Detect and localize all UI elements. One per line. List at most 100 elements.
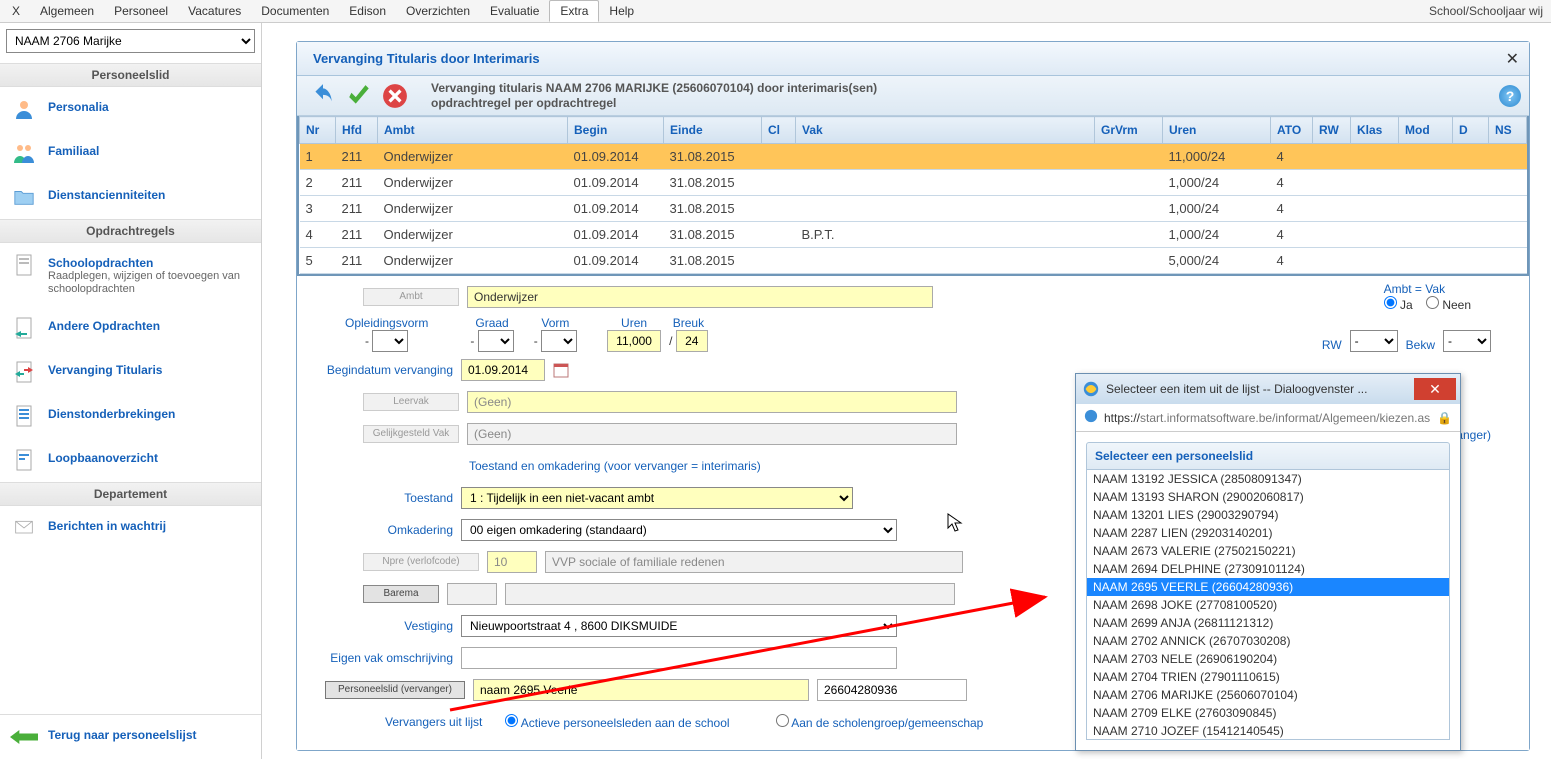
sidebar-back-link[interactable]: Terug naar personeelslijst [0,714,261,759]
accept-icon[interactable] [341,81,377,111]
delete-icon[interactable] [377,81,413,111]
sidebar-item-berichten[interactable]: Berichten in wachtrij [0,506,261,550]
radio-ja[interactable]: Ja [1384,298,1413,312]
vestiging-select[interactable]: Nieuwpoortstraat 4 , 8600 DIKSMUIDE [461,615,897,637]
graad-label: Graad [470,316,513,330]
personeelslid-name-input[interactable] [473,679,809,701]
th-vak[interactable]: Vak [796,117,1095,144]
list-item[interactable]: NAAM 2703 NELE (26906190204) [1087,650,1449,668]
opleidingsvorm-select[interactable] [372,330,408,352]
sidebar-item-dienstonderbrekingen[interactable]: Dienstonderbrekingen [0,394,261,438]
dialog-list[interactable]: NAAM 13192 JESSICA (28508091347)NAAM 131… [1086,470,1450,740]
list-item[interactable]: NAAM 2704 TRIEN (27901110615) [1087,668,1449,686]
cell-ambt: Onderwijzer [378,196,568,222]
undo-icon[interactable] [305,81,341,111]
menu-help[interactable]: Help [599,1,644,21]
menu-edison[interactable]: Edison [339,1,396,21]
cell-ato: 4 [1271,144,1313,170]
leervak-field[interactable]: (Geen) [467,391,957,413]
sidebar-item-schoolopdrachten[interactable]: Schoolopdrachten Raadplegen, wijzigen of… [0,243,261,306]
list-item[interactable]: NAAM 2702 ANNICK (26707030208) [1087,632,1449,650]
th-ato[interactable]: ATO [1271,117,1313,144]
graad-select[interactable] [478,330,514,352]
th-cl[interactable]: Cl [762,117,796,144]
uren-input[interactable] [607,330,661,352]
eigenvak-input[interactable] [461,647,897,669]
menu-algemeen[interactable]: Algemeen [30,1,104,21]
sidebar-item-loopbaanoverzicht[interactable]: Loopbaanoverzicht [0,438,261,482]
toestand-select[interactable]: 1 : Tijdelijk in een niet-vacant ambt [461,487,853,509]
table-row[interactable]: 3211Onderwijzer01.09.201431.08.20151,000… [300,196,1527,222]
list-item[interactable]: NAAM 2287 LIEN (29203140201) [1087,524,1449,542]
th-ambt[interactable]: Ambt [378,117,568,144]
begindatum-input[interactable] [461,359,545,381]
sidebar-item-personalia[interactable]: Personalia [0,87,261,131]
window-close-icon[interactable]: ✕ [1506,49,1519,69]
menu-personeel[interactable]: Personeel [104,1,178,21]
npre-input[interactable] [487,551,537,573]
list-item[interactable]: NAAM 2673 VALERIE (27502150221) [1087,542,1449,560]
menu-vacatures[interactable]: Vacatures [178,1,251,21]
table-row[interactable]: 1211Onderwijzer01.09.201431.08.201511,00… [300,144,1527,170]
sidebar-item-andere-opdrachten[interactable]: Andere Opdrachten [0,306,261,350]
ambt-field[interactable]: Onderwijzer [467,286,933,308]
th-d[interactable]: D [1453,117,1489,144]
list-item[interactable]: NAAM 2695 VEERLE (26604280936) [1087,578,1449,596]
th-rw[interactable]: RW [1313,117,1351,144]
rw-label: RW [1322,338,1342,352]
help-icon[interactable]: ? [1499,85,1521,107]
sidebar-item-vervanging-titularis[interactable]: Vervanging Titularis [0,350,261,394]
radio-scholengroep[interactable]: Aan de scholengroep/gemeenschap [776,714,984,730]
menu-extra[interactable]: Extra [549,0,599,22]
th-uren[interactable]: Uren [1163,117,1271,144]
list-item[interactable]: NAAM 13201 LIES (29003290794) [1087,506,1449,524]
opleidingsvorm-label: Opleidingsvorm [345,316,428,330]
list-item[interactable]: NAAM 2699 ANJA (26811121312) [1087,614,1449,632]
list-item[interactable]: NAAM 13192 JESSICA (28508091347) [1087,470,1449,488]
radio-neen[interactable]: Neen [1426,298,1471,312]
cell-mod [1399,144,1453,170]
th-grvrm[interactable]: GrVrm [1095,117,1163,144]
cell-ns [1489,196,1527,222]
sidebar-item-familiaal[interactable]: Familiaal [0,131,261,175]
personeelslid-id-input[interactable] [817,679,967,701]
vorm-select[interactable] [541,330,577,352]
dialog-close-button[interactable]: ✕ [1414,378,1456,400]
radio-actieve[interactable]: Actieve personeelsleden aan de school [505,714,729,730]
list-item[interactable]: NAAM 2706 MARIJKE (25606070104) [1087,686,1449,704]
th-nr[interactable]: Nr [300,117,336,144]
th-hfd[interactable]: Hfd [336,117,378,144]
table-row[interactable]: 2211Onderwijzer01.09.201431.08.20151,000… [300,170,1527,196]
table-row[interactable]: 5211Onderwijzer01.09.201431.08.20155,000… [300,248,1527,274]
menu-documenten[interactable]: Documenten [251,1,339,21]
th-mod[interactable]: Mod [1399,117,1453,144]
th-begin[interactable]: Begin [568,117,664,144]
list-item[interactable]: NAAM 2710 JOZEF (15412140545) [1087,722,1449,740]
sidebar-item-dienstancienniteiten[interactable]: Dienstancienniteiten [0,175,261,219]
th-ns[interactable]: NS [1489,117,1527,144]
th-einde[interactable]: Einde [664,117,762,144]
bekw-select[interactable]: - [1443,330,1491,352]
rw-select[interactable]: - [1350,330,1398,352]
cell-hfd: 211 [336,170,378,196]
cell-ns [1489,222,1527,248]
barema-button[interactable]: Barema [363,585,439,603]
list-item[interactable]: NAAM 13193 SHARON (29002060817) [1087,488,1449,506]
person-select[interactable]: NAAM 2706 Marijke [6,29,255,53]
table-row[interactable]: 4211Onderwijzer01.09.201431.08.2015B.P.T… [300,222,1527,248]
list-item[interactable]: NAAM 2709 ELKE (27603090845) [1087,704,1449,722]
cell-mod [1399,196,1453,222]
personeelslid-button[interactable]: Personeelslid (vervanger) [325,681,465,699]
menu-evaluatie[interactable]: Evaluatie [480,1,549,21]
calendar-icon[interactable] [553,362,569,378]
th-klas[interactable]: Klas [1351,117,1399,144]
cell-ato: 4 [1271,196,1313,222]
cell-grvrm [1095,170,1163,196]
menu-overzichten[interactable]: Overzichten [396,1,480,21]
omkadering-select[interactable]: 00 eigen omkadering (standaard) [461,519,897,541]
menu-x[interactable]: X [2,1,30,21]
breuk-input[interactable] [676,330,708,352]
list-item[interactable]: NAAM 2694 DELPHINE (27309101124) [1087,560,1449,578]
list-item[interactable]: NAAM 2698 JOKE (27708100520) [1087,596,1449,614]
cell-d [1453,196,1489,222]
